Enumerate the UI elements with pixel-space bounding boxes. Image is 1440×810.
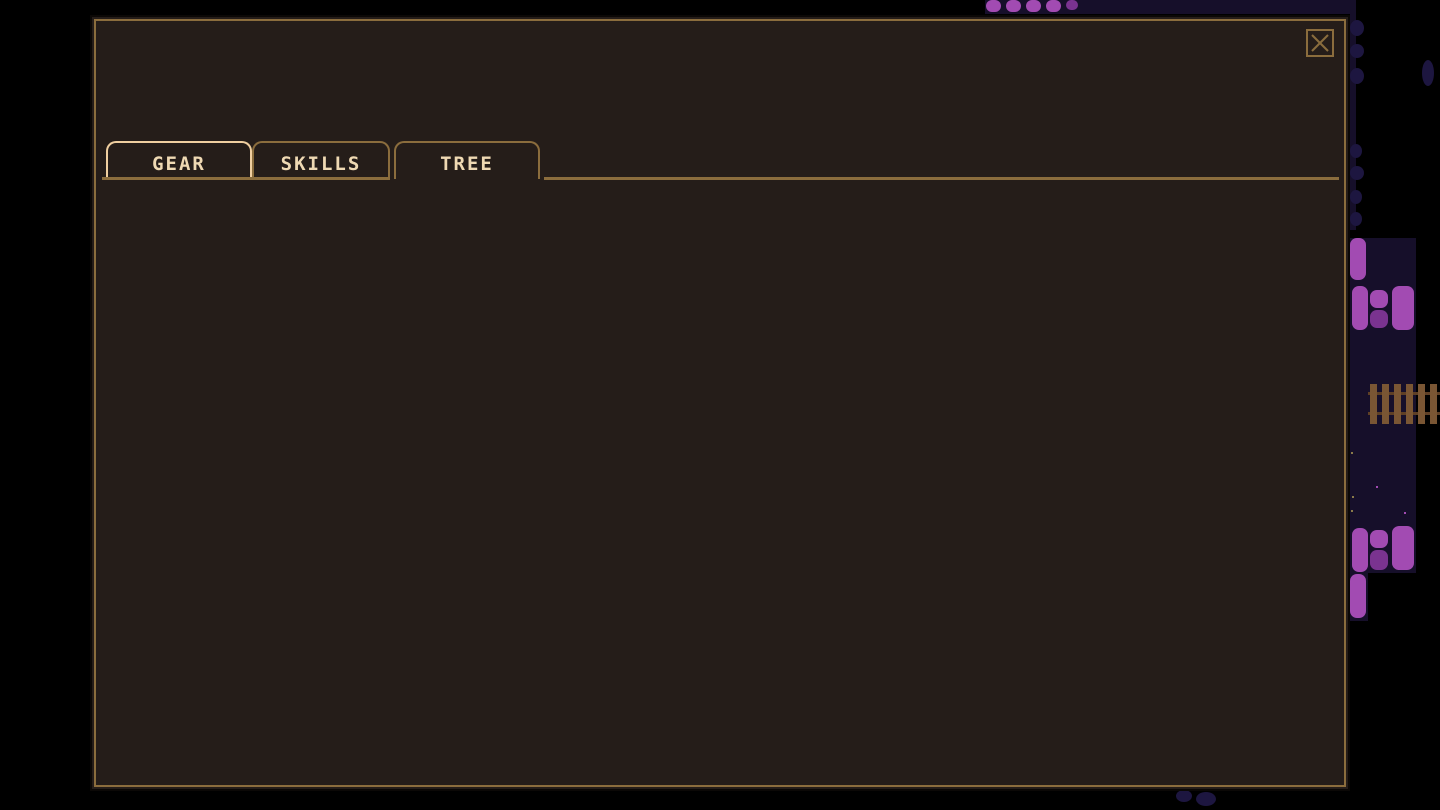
tab-bar-underline bbox=[102, 177, 390, 180]
crystal-cluster bbox=[1350, 574, 1366, 618]
dark-bush bbox=[1350, 166, 1364, 180]
crystal-cluster bbox=[1392, 526, 1414, 570]
crystal-cluster bbox=[986, 0, 1001, 12]
crystal-cluster bbox=[1046, 0, 1061, 12]
dark-bush bbox=[1422, 60, 1434, 86]
crystal-cluster bbox=[1370, 530, 1388, 548]
dark-bush bbox=[1350, 20, 1364, 36]
crystal-cluster bbox=[1066, 0, 1078, 10]
character-panel: GEAR SKILLS TREE bbox=[90, 15, 1350, 791]
dark-bush bbox=[1350, 44, 1364, 58]
close-icon bbox=[1311, 34, 1329, 52]
dark-bush bbox=[1350, 212, 1362, 226]
crystal-cluster bbox=[1392, 286, 1414, 330]
crystal-cluster bbox=[1350, 238, 1366, 280]
close-button[interactable] bbox=[1306, 29, 1334, 57]
tab-bar-underline bbox=[544, 177, 1339, 180]
tab-skills[interactable]: SKILLS bbox=[252, 141, 390, 179]
dark-bush bbox=[1176, 790, 1192, 802]
crystal-cluster bbox=[1370, 310, 1388, 328]
dark-bush bbox=[1350, 68, 1364, 84]
dark-bush bbox=[1196, 792, 1216, 806]
dark-bush bbox=[1350, 144, 1362, 158]
dark-bush bbox=[1350, 190, 1362, 204]
tab-content-area bbox=[100, 183, 1338, 779]
crystal-cluster bbox=[1006, 0, 1021, 12]
tab-gear[interactable]: GEAR bbox=[106, 141, 252, 179]
crystal-cluster bbox=[1026, 0, 1041, 12]
tab-tree[interactable]: TREE bbox=[394, 141, 540, 179]
crystal-cluster bbox=[1370, 550, 1388, 570]
wooden-fence bbox=[1368, 380, 1440, 428]
crystal-cluster bbox=[1370, 290, 1388, 308]
crystal-cluster bbox=[1352, 528, 1368, 572]
crystal-cluster bbox=[1352, 286, 1368, 330]
